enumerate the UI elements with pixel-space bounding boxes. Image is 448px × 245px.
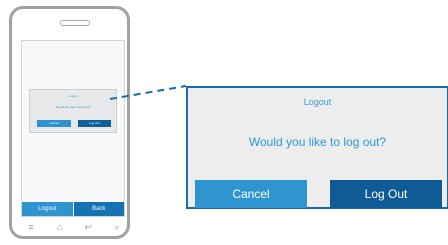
logout-dialog: Logout Would you like to log out? Cancel…	[186, 86, 448, 209]
dialog-title: Logout	[303, 97, 332, 107]
connector-dashed-line	[109, 85, 187, 100]
dialog-message: Would you like to log out?	[248, 135, 387, 149]
logout-button[interactable]: Log Out	[330, 180, 442, 208]
cancel-button[interactable]: Cancel	[195, 180, 307, 208]
